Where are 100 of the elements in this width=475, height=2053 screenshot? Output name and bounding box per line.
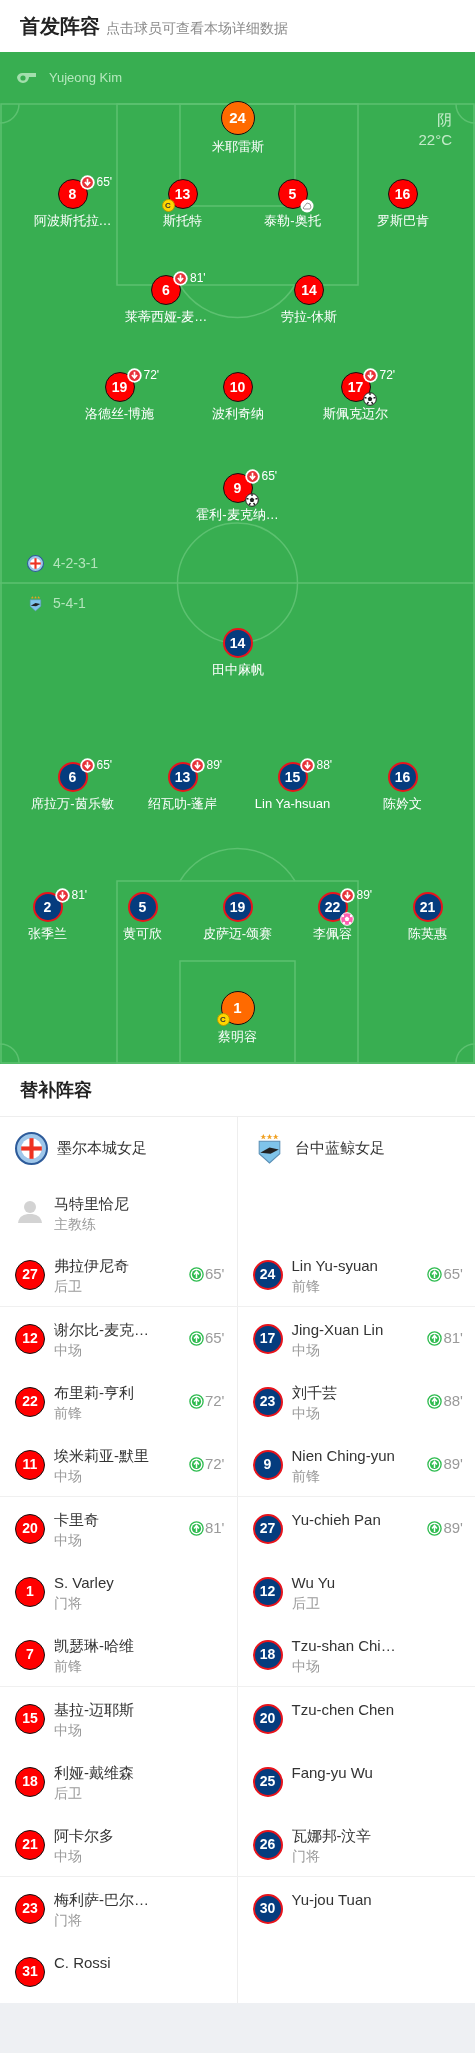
player-name[interactable]: 弗拉伊尼奇 [54,1256,129,1276]
player-marker[interactable]: 6 [151,275,181,305]
player-marker[interactable]: 19 [104,372,135,402]
player-name[interactable]: 绍瓦叻-蓬岸 [147,795,218,813]
player-name[interactable]: 张季兰 [28,925,67,943]
player-marker[interactable]: 13 [167,762,198,792]
player-position: 前锋 [291,1467,321,1486]
player-name[interactable]: 斯托特 [163,212,202,230]
player-marker[interactable]: 8 [57,179,88,209]
player-position: 中场 [54,1721,83,1740]
player-name[interactable]: 席拉万-茵乐敏 [31,795,114,813]
player-name[interactable]: 陈英惠 [408,925,447,943]
substitution-time: 81' [204,1518,225,1539]
player-marker[interactable]: 14 [222,628,253,658]
player-name[interactable]: Tzu-shan Chi… [291,1636,396,1656]
player-marker[interactable]: 24 [220,101,255,135]
player-name[interactable]: 黄可欣 [123,925,162,943]
player-marker[interactable]: 14 [294,275,324,305]
player-name[interactable]: 刘千芸 [291,1383,337,1403]
player-number[interactable]: 21 [15,1829,45,1860]
player-name[interactable]: 阿波斯托拉… [33,212,112,230]
player-name[interactable]: 利娅-戴维森 [54,1763,134,1783]
player-name[interactable]: 皮萨迈-颂赛 [202,925,273,943]
player-name[interactable]: Lin Ya-hsuan [254,795,331,813]
player-number[interactable]: 31 [15,1956,45,1987]
player-number[interactable]: 17 [252,1323,283,1354]
player-name[interactable]: 李佩容 [313,925,352,943]
player-name[interactable]: Lin Yu-syuan [291,1256,378,1276]
player-name[interactable]: Yu-jou Tuan [291,1890,372,1910]
player-name[interactable]: 基拉-迈耶斯 [54,1700,134,1720]
player-marker[interactable]: 5 [277,179,308,209]
player-number[interactable]: 15 [15,1703,45,1734]
player-name[interactable]: 瓦娜邦-汶辛 [291,1826,372,1846]
player-position: 中场 [291,1341,321,1360]
substitution-time: 81' [443,1328,463,1349]
player-name[interactable]: C. Rossi [54,1953,111,1973]
player-name[interactable]: 卡里奇 [54,1510,99,1530]
player-number[interactable]: 11 [15,1449,45,1480]
player-name[interactable]: 凯瑟琳-哈维 [54,1636,134,1656]
player-name[interactable]: 斯佩克迈尔 [323,405,388,423]
player-number[interactable]: 12 [15,1323,45,1354]
player-name[interactable]: 米耶雷斯 [211,138,264,156]
player-number[interactable]: 18 [252,1639,283,1670]
coach-name[interactable]: 马特里恰尼 [54,1194,129,1214]
player-number[interactable]: 30 [252,1893,283,1924]
substitution-time: 65' [261,468,278,484]
player-name[interactable]: 霍利-麦克纳… [196,506,279,524]
player-name[interactable]: 泰勒-奥托 [264,212,321,230]
player-name[interactable]: Nien Ching-yun [291,1446,395,1466]
player-name[interactable]: Fang-yu Wu [291,1763,373,1783]
player-number[interactable]: 20 [15,1513,45,1544]
player-name[interactable]: 埃米莉亚-默里 [54,1446,149,1466]
player-number[interactable]: 12 [252,1576,283,1607]
player-number[interactable]: 9 [252,1449,283,1480]
player-number[interactable]: 24 [252,1259,283,1290]
player-marker[interactable]: 5 [127,892,158,922]
player-number[interactable]: 7 [15,1639,45,1670]
substitution-time: 72' [204,1391,225,1412]
formation-label: 5-4-1 [53,594,86,613]
player-name[interactable]: 田中麻帆 [211,661,264,679]
player-number[interactable]: 18 [15,1766,45,1797]
own-goal-ball-icon [339,912,354,926]
player-number[interactable]: 20 [252,1703,283,1734]
player-name[interactable]: 蔡明容 [218,1028,257,1046]
player-number[interactable]: 22 [15,1386,45,1417]
coach-role: 主教练 [54,1215,97,1234]
player-number[interactable]: 23 [252,1386,283,1417]
player-number[interactable]: 23 [15,1893,45,1924]
player-marker[interactable]: 2 [32,892,63,922]
player-marker[interactable]: 10 [222,372,253,402]
player-name[interactable]: S. Varley [54,1573,114,1593]
player-marker[interactable]: 21 [412,892,443,922]
player-marker[interactable]: 19 [222,892,253,922]
player-number[interactable]: 1 [15,1576,45,1607]
player-name[interactable]: 谢尔比-麦克… [54,1320,149,1340]
player-position: 后卫 [54,1277,83,1296]
player-position: 后卫 [291,1594,321,1613]
player-name[interactable]: 罗斯巴肯 [376,212,429,230]
player-marker[interactable]: 6 [57,762,88,792]
player-name[interactable]: 阿卡尔多 [54,1826,114,1846]
player-name[interactable]: Jing-Xuan Lin [291,1320,384,1340]
player-name[interactable]: 劳拉-休斯 [280,308,338,326]
player-marker[interactable]: 16 [387,179,418,209]
player-marker[interactable]: 15 [277,762,308,792]
player-name[interactable]: 陈妗文 [383,795,422,813]
substitution-in-icon [427,1394,443,1409]
player-number[interactable]: 26 [252,1829,283,1860]
player-marker[interactable]: 16 [387,762,418,792]
player-name[interactable]: 波利奇纳 [211,405,264,423]
player-number[interactable]: 27 [15,1259,45,1290]
player-name[interactable]: Yu-chieh Pan [291,1510,381,1530]
player-name[interactable]: Tzu-chen Chen [291,1700,395,1720]
player-name[interactable]: 莱蒂西娅-麦… [124,308,208,326]
player-number[interactable]: 25 [252,1766,283,1797]
player-name[interactable]: Wu Yu [291,1573,336,1593]
player-name[interactable]: 梅利萨-巴尔… [54,1890,149,1910]
substitution-in-icon [188,1331,204,1346]
player-name[interactable]: 洛德丝-博施 [84,405,155,423]
player-name[interactable]: 布里莉-亨利 [54,1383,134,1403]
player-number[interactable]: 27 [252,1513,283,1544]
